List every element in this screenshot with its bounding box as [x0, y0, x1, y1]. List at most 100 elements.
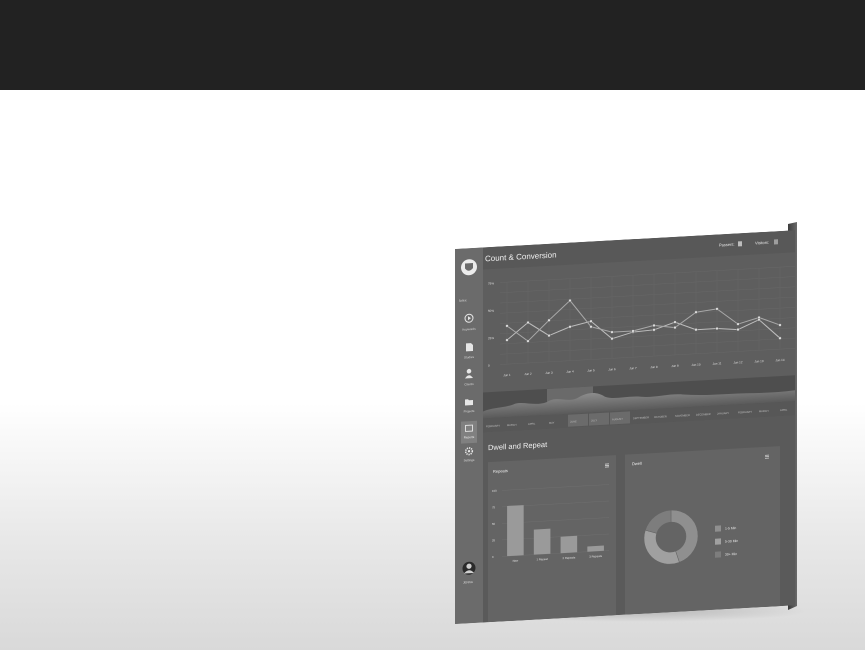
bar — [507, 505, 524, 557]
month-label[interactable]: APRIL — [780, 408, 788, 412]
x-tick-label: Jun 1 — [503, 373, 511, 377]
month-label[interactable]: FEBRUARY — [486, 424, 500, 429]
x-tick-label: Jun 11 — [713, 361, 722, 365]
sidebar-item-label: Clients — [464, 382, 474, 387]
x-tick-label: 1 Repeat — [536, 557, 548, 562]
card-title: Repeats — [493, 468, 508, 474]
month-label[interactable]: NOVEMBER — [675, 413, 690, 418]
month-label[interactable]: JANUARY — [717, 411, 729, 416]
data-point — [610, 330, 614, 334]
data-point — [526, 320, 530, 325]
data-point — [652, 323, 656, 328]
legend-swatch — [715, 538, 721, 545]
y-tick-label: 75 — [492, 505, 496, 509]
repeats-card: Repeats 1007550250 New 1 Repeat 2 Repeats 3… — [488, 455, 616, 623]
sidebar-item-label: Studies — [464, 355, 474, 360]
dwell-repeat-section: Dwell and Repeat Repeats 1007550250 New 1… — [483, 415, 795, 623]
y-tick-label: 75% — [488, 281, 494, 285]
data-point — [673, 320, 677, 324]
month-label[interactable]: FEBRUARY — [738, 410, 752, 415]
x-tick-label: New — [513, 558, 520, 562]
bar — [560, 535, 578, 554]
x-tick-label: Jun 2 — [524, 372, 532, 376]
data-point — [568, 298, 572, 303]
data-point — [589, 325, 593, 329]
data-point — [547, 318, 551, 322]
legend-label: 1-5 Min — [725, 526, 736, 531]
y-tick-label: 50% — [488, 309, 494, 313]
card-title: Dwell — [632, 461, 642, 467]
x-tick-label: Jun 13 — [754, 359, 763, 364]
data-point — [589, 319, 593, 323]
dwell-card: Dwell 1-5 Min 5-30 Min 30+ Min — [625, 446, 780, 615]
data-point — [778, 336, 782, 340]
data-point — [778, 323, 782, 327]
x-tick-label: Jun 6 — [608, 367, 616, 371]
legend-label: Visitors: — [755, 240, 769, 246]
month-label[interactable]: MARCH — [759, 409, 769, 414]
y-tick-label: 100 — [492, 489, 497, 493]
x-tick-label: Jun 3 — [545, 371, 553, 375]
dashboard-mockup: lorex Keywords Studies Clients Projects … — [455, 222, 797, 624]
month-label[interactable]: MARCH — [507, 423, 517, 428]
x-tick-label: Jun 14 — [775, 358, 784, 363]
legend-swatch — [774, 239, 778, 245]
data-point — [652, 328, 656, 332]
month-label[interactable]: APRIL — [528, 422, 536, 426]
bar — [587, 545, 604, 552]
month-label[interactable]: JULY — [591, 418, 597, 422]
data-point — [568, 325, 572, 329]
x-tick-label: Jun 8 — [650, 365, 658, 369]
legend-swatch — [738, 241, 742, 247]
x-tick-label: Jun 12 — [733, 360, 742, 365]
sidebar-item-label: Keywords — [462, 327, 476, 332]
data-point — [694, 328, 698, 332]
data-point — [694, 310, 698, 314]
data-point — [505, 324, 509, 328]
data-point — [505, 338, 509, 342]
data-point — [757, 315, 761, 320]
legend-label: 30+ Min — [725, 552, 737, 557]
y-tick-label: 25% — [488, 336, 494, 340]
legend-swatch — [715, 525, 721, 532]
x-tick-label: 3 Repeats — [589, 554, 602, 559]
month-label[interactable]: MAY — [549, 421, 555, 425]
legend-label: Passers: — [719, 242, 735, 248]
sidebar-item-label: Reports — [464, 435, 475, 440]
menu-icon[interactable] — [765, 454, 769, 459]
month-label[interactable]: JUNE — [570, 419, 577, 423]
data-point — [547, 333, 551, 338]
data-point — [715, 326, 719, 331]
brand-label: lorex — [459, 298, 467, 302]
bar — [533, 528, 551, 555]
data-point — [631, 329, 635, 333]
x-tick-label: Jun 10 — [691, 362, 700, 367]
user-label: JENNA — [463, 580, 473, 585]
month-label[interactable]: AUGUST — [612, 417, 623, 422]
data-point — [736, 322, 740, 326]
x-tick-label: Jun 9 — [671, 364, 679, 368]
sidebar: lorex Keywords Studies Clients Projects … — [455, 247, 483, 624]
x-tick-label: 2 Repeats — [563, 555, 576, 560]
y-tick-label: 50 — [492, 522, 496, 526]
x-tick-label: Jun 7 — [629, 366, 637, 370]
document-icon — [466, 343, 473, 352]
data-point — [610, 337, 614, 341]
sidebar-item-label: Settings — [464, 458, 475, 463]
month-label[interactable]: DECEMBER — [696, 412, 711, 417]
donut-legend: 1-5 Min 5-30 Min 30+ Min — [715, 525, 738, 558]
count-conversion-panel: Count & Conversion Passers: Visitors: 75… — [483, 230, 795, 419]
month-label[interactable]: OCTOBER — [654, 414, 667, 419]
data-point — [526, 339, 530, 343]
data-point — [736, 327, 740, 332]
y-tick-label: 25 — [492, 538, 496, 542]
x-tick-label: Jun 4 — [566, 369, 574, 373]
data-point — [673, 325, 677, 330]
sidebar-item-label: Projects — [464, 409, 475, 414]
legend-swatch — [715, 551, 721, 558]
menu-icon[interactable] — [605, 463, 609, 468]
data-point — [715, 307, 719, 311]
sidebar-item-reports[interactable]: Reports — [461, 420, 477, 444]
legend-label: 5-30 Min — [725, 539, 738, 544]
x-tick-label: Jun 5 — [587, 368, 595, 372]
